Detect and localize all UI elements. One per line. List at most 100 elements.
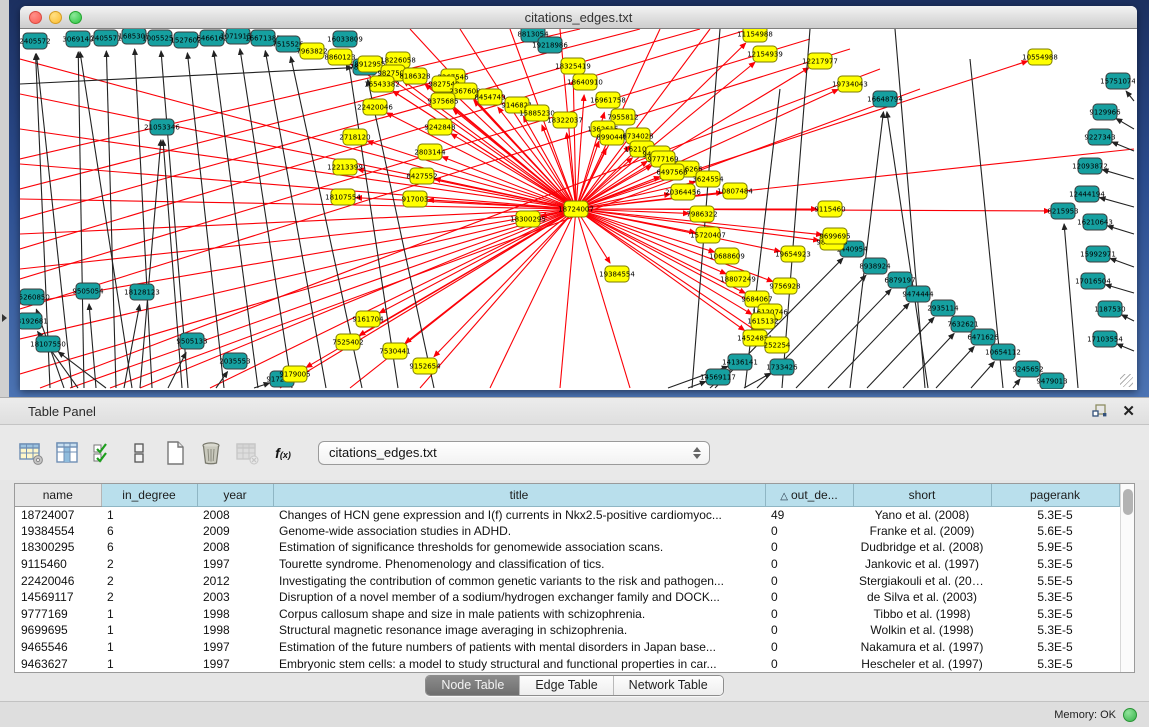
graph-node[interactable]: 9152654 <box>409 358 441 374</box>
graph-node[interactable]: 3069140 <box>62 31 93 47</box>
table-row[interactable]: 1830029562008Estimation of significance … <box>15 539 1119 556</box>
cell-name[interactable]: 22420046 <box>15 572 101 589</box>
tab-node-table[interactable]: Node Table <box>426 676 519 695</box>
column-header-pagerank[interactable]: pagerank <box>991 484 1119 506</box>
graph-node[interactable]: 6471626 <box>967 329 999 345</box>
cell-short[interactable]: Dudbridge et al. (2008) <box>853 539 991 556</box>
cell-in_degree[interactable]: 1 <box>101 506 197 523</box>
cell-title[interactable]: Corpus callosum shape and size in male p… <box>273 606 765 623</box>
graph-node[interactable]: 8938924 <box>859 258 891 274</box>
graph-node[interactable]: 7525402 <box>332 334 363 350</box>
delete-icon[interactable] <box>196 438 226 468</box>
cell-out_degree[interactable]: 0 <box>765 572 853 589</box>
table-row[interactable]: 946554611997Estimation of the future num… <box>15 639 1119 656</box>
cell-title[interactable]: Estimation of the future numbers of pati… <box>273 639 765 656</box>
cell-out_degree[interactable]: 0 <box>765 556 853 573</box>
delete-table-icon[interactable] <box>232 438 262 468</box>
graph-node[interactable]: 8215953 <box>1047 203 1078 219</box>
cell-title[interactable]: Genome-wide association studies in ADHD. <box>273 523 765 540</box>
memory-status-icon[interactable] <box>1123 708 1137 722</box>
cell-out_degree[interactable]: 0 <box>765 639 853 656</box>
resize-grip-icon[interactable] <box>1120 374 1133 387</box>
close-panel-icon[interactable]: ✕ <box>1122 404 1135 419</box>
cell-title[interactable]: Investigating the contribution of common… <box>273 572 765 589</box>
graph-node[interactable]: 9242848 <box>424 119 455 135</box>
cell-out_degree[interactable]: 0 <box>765 606 853 623</box>
table-select-dropdown[interactable]: citations_edges.txt <box>318 441 710 465</box>
cell-year[interactable]: 1997 <box>197 655 273 672</box>
cell-name[interactable]: 9115460 <box>15 556 101 573</box>
graph-node[interactable]: 9505133 <box>176 333 207 349</box>
cell-short[interactable]: Wolkin et al. (1998) <box>853 622 991 639</box>
cell-pagerank[interactable]: 5.9E-5 <box>991 539 1119 556</box>
network-graph[interactable]: 1872400724055723069140240557116853081005… <box>20 29 1135 389</box>
cell-in_degree[interactable]: 1 <box>101 606 197 623</box>
tab-edge-table[interactable]: Edge Table <box>519 676 612 695</box>
graph-node[interactable]: 2803144 <box>414 144 446 160</box>
table-row[interactable]: 1872400712008Changes of HCN gene express… <box>15 506 1119 523</box>
cell-pagerank[interactable]: 5.3E-5 <box>991 622 1119 639</box>
cell-name[interactable]: 9699695 <box>15 622 101 639</box>
table-row[interactable]: 1938455462009Genome-wide association stu… <box>15 523 1119 540</box>
cell-pagerank[interactable]: 5.3E-5 <box>991 639 1119 656</box>
cell-title[interactable]: Structural magnetic resonance image aver… <box>273 622 765 639</box>
cell-in_degree[interactable]: 6 <box>101 539 197 556</box>
column-header-title[interactable]: title <box>273 484 765 506</box>
close-window-icon[interactable] <box>29 11 42 24</box>
cell-year[interactable]: 2009 <box>197 523 273 540</box>
column-header-year[interactable]: year <box>197 484 273 506</box>
select-rows-icon[interactable] <box>88 438 118 468</box>
cell-out_degree[interactable]: 0 <box>765 589 853 606</box>
cell-title[interactable]: Embryonic stem cells: a model to study s… <box>273 655 765 672</box>
cell-pagerank[interactable]: 5.6E-5 <box>991 523 1119 540</box>
cell-out_degree[interactable]: 0 <box>765 622 853 639</box>
graph-node[interactable]: 252254 <box>764 337 791 353</box>
graph-node[interactable]: 7963822 <box>296 43 327 59</box>
tab-network-table[interactable]: Network Table <box>613 676 723 695</box>
cell-out_degree[interactable]: 0 <box>765 655 853 672</box>
cell-short[interactable]: Jankovic et al. (1997) <box>853 556 991 573</box>
scrollbar-thumb[interactable] <box>1123 489 1133 515</box>
graph-node[interactable]: 3624554 <box>692 171 724 187</box>
cell-year[interactable]: 1997 <box>197 639 273 656</box>
cell-name[interactable]: 9465546 <box>15 639 101 656</box>
minimize-window-icon[interactable] <box>49 11 62 24</box>
cell-year[interactable]: 1998 <box>197 606 273 623</box>
graph-node[interactable]: 6497568 <box>656 164 687 180</box>
graph-node[interactable]: 9245652 <box>1012 361 1043 377</box>
graph-node[interactable]: 1733426 <box>766 359 798 375</box>
table-scrollbar[interactable] <box>1120 484 1135 672</box>
graph-node[interactable]: 2718120 <box>339 129 370 145</box>
cell-short[interactable]: de Silva et al. (2003) <box>853 589 991 606</box>
cell-title[interactable]: Changes of HCN gene expression and I(f) … <box>273 506 765 523</box>
graph-node[interactable]: 2035553 <box>219 353 250 369</box>
table-mode-icon[interactable] <box>16 438 46 468</box>
cell-short[interactable]: Yano et al. (2008) <box>853 506 991 523</box>
cell-year[interactable]: 2003 <box>197 589 273 606</box>
cell-name[interactable]: 14569117 <box>15 589 101 606</box>
cell-name[interactable]: 19384554 <box>15 523 101 540</box>
graph-node[interactable]: 8186328 <box>399 68 430 84</box>
cell-short[interactable]: Tibbo et al. (1998) <box>853 606 991 623</box>
cell-title[interactable]: Estimation of significance thresholds fo… <box>273 539 765 556</box>
column-visibility-icon[interactable] <box>52 438 82 468</box>
cell-in_degree[interactable]: 1 <box>101 622 197 639</box>
graph-node[interactable]: 7986322 <box>686 206 717 222</box>
graph-node[interactable]: 9699695 <box>819 228 850 244</box>
cell-pagerank[interactable]: 5.3E-5 <box>991 655 1119 672</box>
graph-node[interactable]: 8860123 <box>324 49 355 65</box>
function-builder-icon[interactable]: f(x) <box>268 438 298 468</box>
graph-node[interactable]: 917003 <box>402 191 429 207</box>
cell-short[interactable]: Stergiakouli et al. (2012) <box>853 572 991 589</box>
window-titlebar[interactable]: citations_edges.txt <box>20 6 1137 29</box>
graph-node[interactable]: 9227343 <box>1084 129 1115 145</box>
graph-node[interactable]: 9115460 <box>814 201 845 217</box>
cell-year[interactable]: 2008 <box>197 506 273 523</box>
cell-in_degree[interactable]: 1 <box>101 639 197 656</box>
graph-node[interactable]: 9375685 <box>427 93 458 109</box>
graph-node[interactable]: 9161704 <box>352 311 384 327</box>
cell-year[interactable]: 2012 <box>197 572 273 589</box>
table-row[interactable]: 977716911998Corpus callosum shape and si… <box>15 606 1119 623</box>
graph-node[interactable]: 9479013 <box>1036 373 1067 389</box>
cell-short[interactable]: Hescheler et al. (1997) <box>853 655 991 672</box>
